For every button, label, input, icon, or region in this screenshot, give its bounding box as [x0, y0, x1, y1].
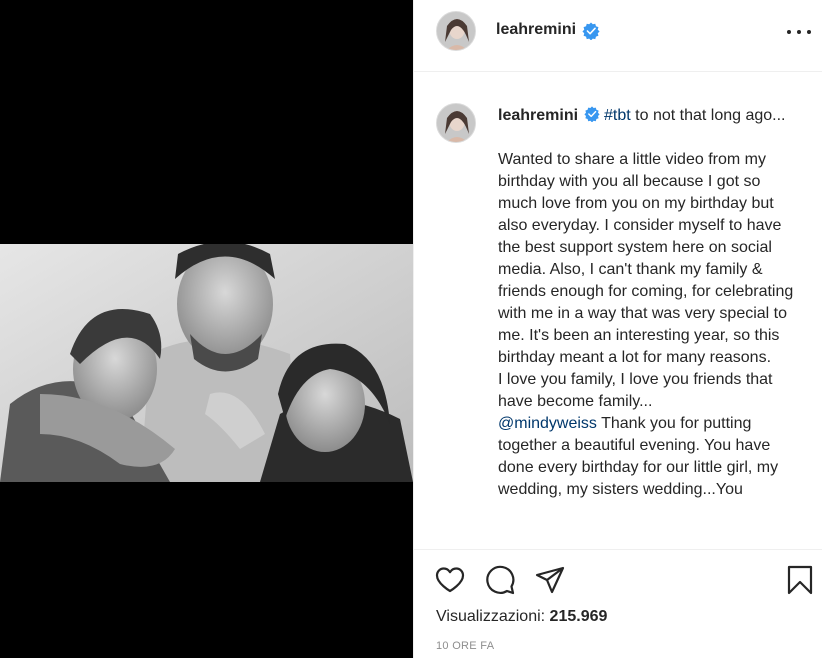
post-timestamp[interactable]: 10 ORE FA [436, 640, 494, 652]
like-button[interactable] [434, 564, 466, 596]
post-photo-image [0, 244, 413, 482]
views-number: 215.969 [549, 608, 608, 625]
caption-intro: to not that long ago... [630, 107, 786, 124]
caption-paragraph: @mindyweiss Thank you for putting togeth… [498, 413, 798, 501]
caption-first-line: leahremini #tbt to not that long ago... [498, 105, 798, 127]
comments-area[interactable]: leahremini #tbt to not that long ago... W… [414, 73, 822, 549]
verified-badge-icon [584, 106, 600, 122]
paper-plane-icon [535, 566, 565, 594]
more-horizontal-icon [787, 30, 791, 34]
post-actions: Visualizzazioni: 215.969 10 ORE FA [414, 549, 822, 658]
more-options-button[interactable] [787, 22, 811, 42]
caption-paragraph: I love you family, I love you friends th… [498, 371, 773, 410]
header-username[interactable]: leahremini [496, 21, 576, 39]
views-count[interactable]: Visualizzazioni: 215.969 [436, 608, 607, 626]
post-header: leahremini [414, 0, 822, 72]
post-side-panel: leahremini leahremini #tbt to not that lo… [413, 0, 822, 658]
caption-username[interactable]: leahremini [498, 107, 578, 124]
post-caption: leahremini #tbt to not that long ago... W… [498, 105, 798, 501]
post-photo[interactable] [0, 244, 413, 482]
save-button[interactable] [784, 564, 816, 596]
comment-icon [486, 565, 515, 595]
verified-badge-icon [582, 22, 600, 40]
avatar[interactable] [436, 11, 476, 51]
bookmark-icon [787, 565, 813, 595]
post-media[interactable] [0, 0, 413, 658]
caption-paragraph: Wanted to share a little video from my b… [498, 151, 794, 366]
share-button[interactable] [534, 564, 566, 596]
heart-icon [435, 567, 465, 593]
hashtag-link[interactable]: #tbt [604, 107, 631, 124]
views-label: Visualizzazioni: [436, 608, 546, 625]
comment-button[interactable] [484, 564, 516, 596]
mention-link[interactable]: @mindyweiss [498, 415, 597, 432]
caption-avatar[interactable] [436, 103, 476, 143]
